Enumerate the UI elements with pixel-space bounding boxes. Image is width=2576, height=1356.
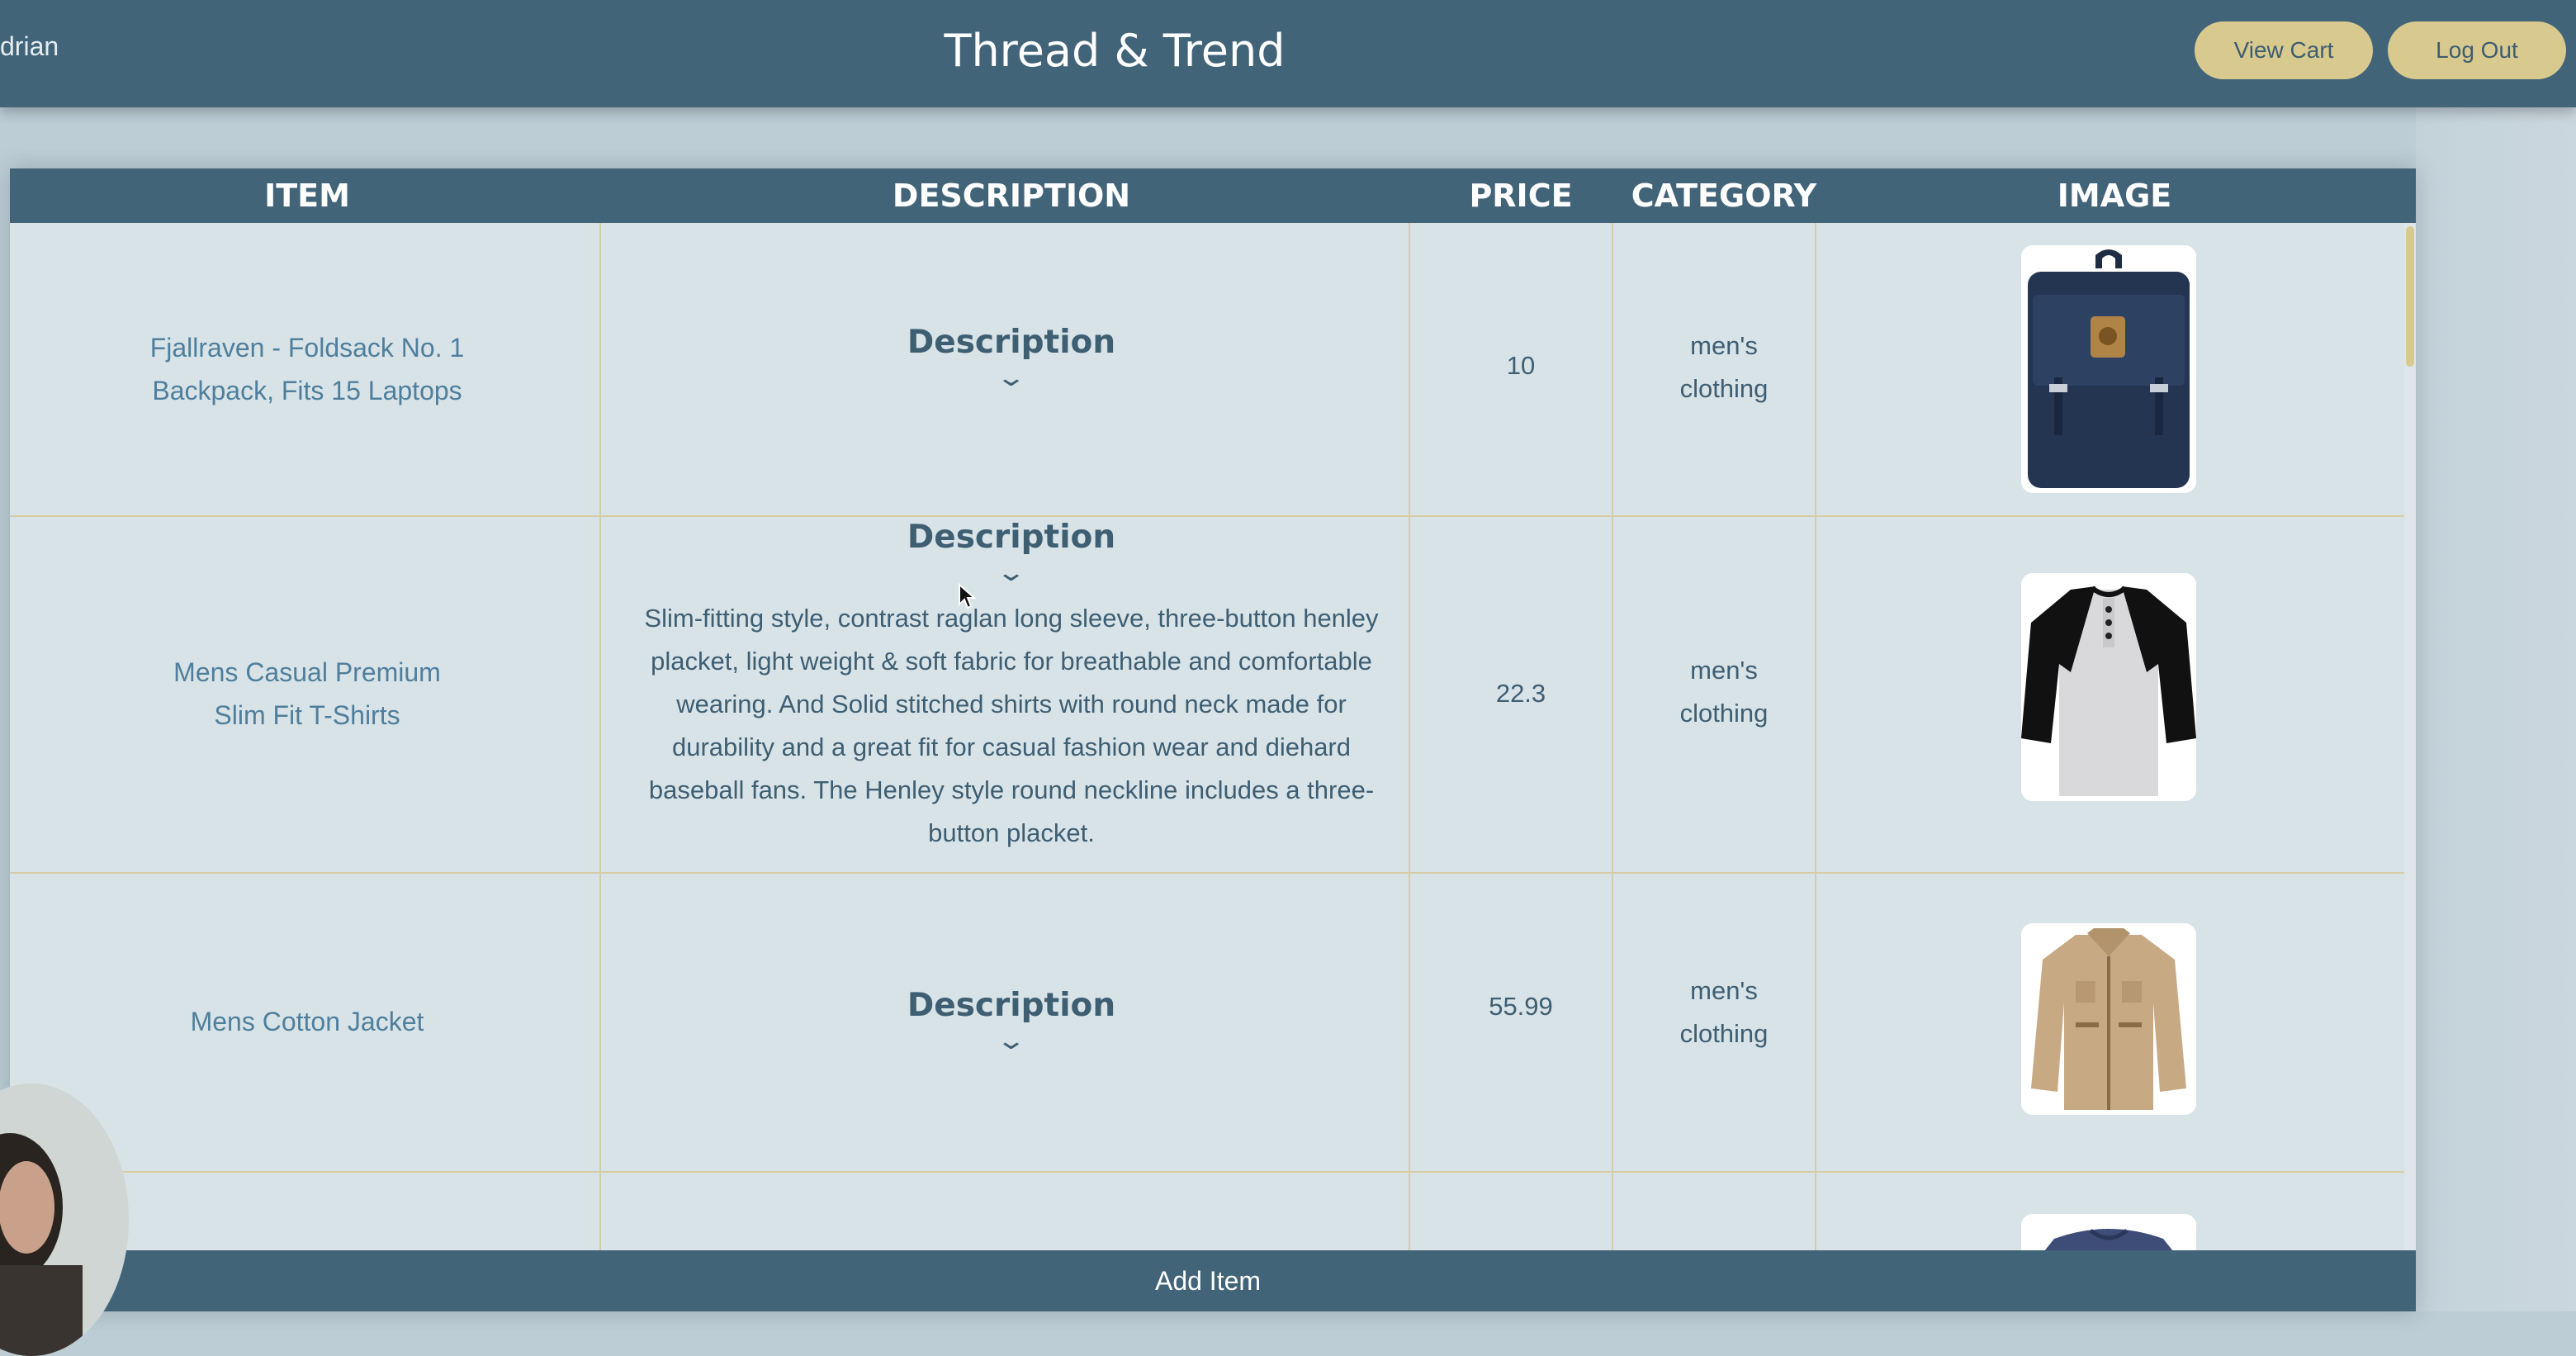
column-header-price: PRICE: [1469, 178, 1573, 214]
item-name: Mens Casual Premium Slim Fit T-Shirts: [173, 657, 441, 730]
view-cart-button[interactable]: View Cart: [2195, 21, 2373, 79]
description-text: Slim-fitting style, contrast raglan long…: [644, 604, 1379, 847]
products-table: ITEM DESCRIPTION PRICE CATEGORY IMAGE Fj…: [10, 168, 2416, 1311]
scrollbar-thumb[interactable]: [2406, 226, 2414, 367]
description-toggle[interactable]: Description ⌄: [907, 987, 1115, 1054]
table-row: Mens Casual Premium Slim Fit T-Shirts De…: [10, 515, 2404, 874]
item-name: Fjallraven - Foldsack No. 1 Backpack, Fi…: [149, 333, 465, 405]
page-background: [2416, 107, 2576, 1311]
chevron-down-icon: ⌄: [996, 1026, 1027, 1055]
item-category: men's clothing: [1679, 976, 1769, 1048]
description-toggle[interactable]: Description ⌄ Slim-fitting style, contra…: [632, 519, 1391, 855]
description-label: Description: [907, 986, 1116, 1024]
chevron-down-icon: ⌄: [996, 559, 1027, 586]
add-item-label: Add Item: [1154, 1265, 1262, 1296]
mouse-cursor-icon: [958, 582, 977, 615]
backpack-image: [2021, 245, 2196, 493]
log-out-button[interactable]: Log Out: [2388, 21, 2566, 79]
jacket-image: [2021, 923, 2196, 1115]
item-name: Mens Cotton Jacket: [190, 1007, 424, 1036]
chevron-down-icon: ⌄: [996, 363, 1027, 391]
column-divider: [1612, 223, 1613, 1311]
table-header: ITEM DESCRIPTION PRICE CATEGORY IMAGE: [10, 168, 2416, 223]
scrollbar-track[interactable]: [2404, 223, 2416, 1311]
description-label: Description: [907, 519, 1116, 556]
column-header-description: DESCRIPTION: [892, 178, 1131, 214]
column-divider: [1815, 223, 1816, 1311]
column-divider: [1409, 223, 1410, 1311]
column-header-category: CATEGORY: [1631, 178, 1817, 214]
description-label: Description: [907, 323, 1116, 361]
app-title: Thread & Trend: [944, 25, 1286, 77]
item-price: 10: [1506, 351, 1536, 380]
column-divider: [599, 223, 601, 1311]
description-toggle[interactable]: Description ⌄: [907, 324, 1115, 391]
table-row: Fjallraven - Foldsack No. 1 Backpack, Fi…: [10, 223, 2404, 517]
top-navbar: drian Thread & Trend View Cart Log Out: [0, 0, 2576, 107]
item-category: men's clothing: [1679, 331, 1769, 403]
table-row: Mens Cotton Jacket Description ⌄ 55.99 m…: [10, 872, 2404, 1173]
item-price: 22.3: [1495, 679, 1546, 708]
tshirt-image: [2021, 573, 2196, 801]
column-header-item: ITEM: [264, 178, 350, 214]
add-item-button[interactable]: Add Item: [0, 1250, 2416, 1311]
item-price: 55.99: [1489, 992, 1553, 1021]
item-category: men's clothing: [1679, 656, 1769, 728]
column-header-image: IMAGE: [2057, 178, 2172, 214]
